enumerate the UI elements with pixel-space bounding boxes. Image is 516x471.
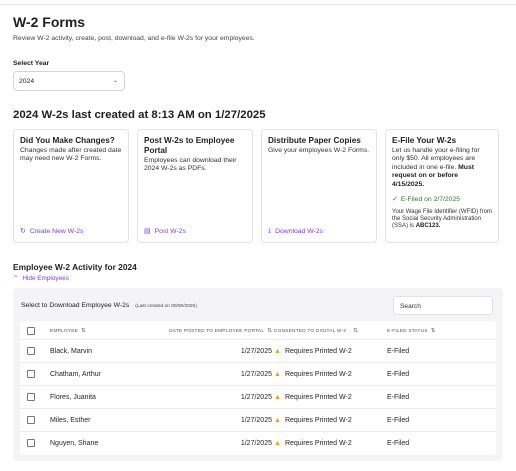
post-card-text: Employees can download their 2024 W-2s a… — [144, 157, 237, 173]
page-title: W-2 Forms — [13, 14, 86, 30]
create-new-w2s-label: Create New W-2s — [29, 227, 84, 235]
consent-status: ▲ Requires Printed W-2 — [274, 394, 352, 401]
warning-icon: ▲ — [274, 371, 281, 378]
employee-name: Black, Marvin — [50, 348, 93, 355]
employee-table: EMPLOYEE ⇅ DATE POSTED TO EMPLOYEE PORTAL… — [20, 321, 496, 455]
panel-header: Select to Download Employee W-2s (Last c… — [21, 302, 197, 309]
select-all-checkbox[interactable] — [27, 327, 35, 335]
efile-card-title: E-File Your W-2s — [392, 136, 457, 145]
employee-activity-panel: Select to Download Employee W-2s (Last c… — [13, 288, 503, 461]
top-divider — [0, 4, 516, 5]
efile-status-label: E-Filed on 2/7/2025 — [400, 195, 461, 203]
sort-icon: ⇅ — [353, 328, 359, 334]
activity-title: Employee W-2 Activity for 2024 — [13, 262, 137, 272]
paper-card-text: Give your employees W-2 Forms. — [268, 147, 370, 154]
create-new-w2s-link[interactable]: ↻ Create New W-2s — [20, 227, 84, 236]
column-header-employee-label: EMPLOYEE — [50, 329, 78, 334]
column-header-employee[interactable]: EMPLOYEE ⇅ — [50, 328, 86, 334]
warning-icon: ▲ — [274, 417, 281, 424]
table-header-row: EMPLOYEE ⇅ DATE POSTED TO EMPLOYEE PORTAL… — [20, 321, 496, 340]
date-posted: 1/27/2025 — [240, 348, 272, 355]
paper-card-title: Distribute Paper Copies — [268, 136, 361, 145]
sort-icon: ⇅ — [81, 328, 86, 334]
post-w2s-link[interactable]: ▤ Post W-2s — [144, 227, 186, 236]
consent-label: Requires Printed W-2 — [284, 371, 352, 378]
wfid-text-main: Your Wage File Identifier (WFID) from th… — [392, 209, 492, 230]
row-checkbox[interactable] — [27, 393, 35, 401]
document-icon: ▤ — [144, 228, 151, 235]
efile-card-text: Let us handle your e-filing for only $50… — [392, 147, 492, 189]
changes-card: Did You Make Changes? Changes made after… — [13, 129, 129, 243]
table-row: Nguyen, Shane 1/27/2025 ▲ Requires Printe… — [20, 432, 496, 455]
chevron-down-icon: ⌄ — [112, 78, 118, 84]
search-input[interactable]: Search — [393, 296, 493, 315]
consent-status: ▲ Requires Printed W-2 — [274, 417, 352, 424]
sort-icon: ⇅ — [267, 328, 272, 334]
download-w2s-link[interactable]: ⤓ Download W-2s — [268, 227, 323, 235]
row-checkbox[interactable] — [27, 370, 35, 378]
post-w2s-label: Post W-2s — [154, 227, 186, 235]
date-posted: 1/27/2025 — [240, 417, 272, 424]
employee-name: Flores, Juanita — [50, 394, 96, 401]
summary-heading: 2024 W-2s last created at 8:13 AM on 1/2… — [13, 109, 266, 121]
table-row: Miles, Esther 1/27/2025 ▲ Requires Printe… — [20, 409, 496, 432]
paper-card: Distribute Paper Copies Give your employ… — [261, 129, 377, 243]
sort-icon: ⇅ — [430, 328, 436, 334]
employee-name: Nguyen, Shane — [50, 440, 99, 447]
efile-status: ✓ E-Filed on 2/7/2025 — [392, 195, 492, 204]
post-card-title: Post W-2s to Employee Portal — [144, 136, 235, 155]
year-select-value: 2024 — [19, 78, 35, 85]
column-header-date-posted-label: DATE POSTED TO EMPLOYEE PORTAL — [169, 329, 265, 334]
date-posted: 1/27/2025 — [240, 440, 272, 447]
date-posted: 1/27/2025 — [240, 394, 272, 401]
refresh-icon: ↻ — [20, 228, 26, 235]
check-icon: ✓ — [392, 196, 398, 204]
consent-status: ▲ Requires Printed W-2 — [274, 440, 352, 447]
panel-note: (Last created on 00/00/2025) — [135, 304, 197, 309]
employee-name: Miles, Esther — [50, 417, 91, 424]
wfid-value: ABC123. — [415, 223, 441, 230]
column-header-efiled-status[interactable]: E-FILED STATUS ⇅ — [387, 328, 436, 334]
warning-icon: ▲ — [274, 348, 281, 355]
consent-label: Requires Printed W-2 — [284, 394, 352, 401]
panel-title: Select to Download Employee W-2s — [21, 302, 130, 309]
consent-label: Requires Printed W-2 — [284, 440, 352, 447]
warning-icon: ▲ — [274, 394, 281, 401]
row-checkbox[interactable] — [27, 347, 35, 355]
page-subtitle: Review W-2 activity, create, post, downl… — [13, 35, 255, 42]
efiled-status: E-Filed — [387, 394, 410, 401]
changes-card-text: Changes made after created date may need… — [20, 147, 122, 163]
efiled-status: E-Filed — [387, 440, 410, 447]
download-icon: ⤓ — [268, 227, 272, 234]
column-header-consented-label: CONSENTED TO DIGITAL W-2 — [274, 328, 347, 334]
consent-status: ▲ Requires Printed W-2 — [274, 348, 352, 355]
table-row: Flores, Juanita 1/27/2025 ▲ Requires Prin… — [20, 386, 496, 409]
efile-card: E-File Your W-2s Let us handle your e-fi… — [385, 129, 499, 243]
column-header-consented[interactable]: CONSENTED TO DIGITAL W-2 ⇅ — [274, 328, 358, 334]
row-checkbox[interactable] — [27, 416, 35, 424]
warning-icon: ▲ — [274, 440, 281, 447]
table-row: Chatham, Arthur 1/27/2025 ▲ Requires Prin… — [20, 363, 496, 386]
hide-employees-link[interactable]: ⌃ Hide Employees — [13, 274, 69, 283]
row-checkbox[interactable] — [27, 439, 35, 447]
year-select-label: Select Year — [13, 60, 50, 67]
changes-card-title: Did You Make Changes? — [20, 136, 115, 145]
year-select[interactable]: 2024 ⌄ — [13, 71, 125, 91]
chevron-up-icon: ⌃ — [13, 275, 19, 282]
consent-status: ▲ Requires Printed W-2 — [274, 371, 352, 378]
efiled-status: E-Filed — [387, 417, 410, 424]
consent-label: Requires Printed W-2 — [284, 417, 352, 424]
download-w2s-label: Download W-2s — [275, 227, 323, 235]
post-card: Post W-2s to Employee Portal Employees c… — [137, 129, 253, 243]
wfid-text: Your Wage File Identifier (WFID) from th… — [392, 209, 492, 231]
employee-name: Chatham, Arthur — [50, 371, 101, 378]
efiled-status: E-Filed — [387, 371, 410, 378]
efiled-status: E-Filed — [387, 348, 410, 355]
date-posted: 1/27/2025 — [240, 371, 272, 378]
table-row: Black, Marvin 1/27/2025 ▲ Requires Printe… — [20, 340, 496, 363]
hide-employees-label: Hide Employees — [22, 274, 69, 282]
column-header-date-posted[interactable]: DATE POSTED TO EMPLOYEE PORTAL ⇅ — [169, 328, 272, 334]
column-header-efiled-status-label: E-FILED STATUS — [387, 329, 428, 334]
consent-label: Requires Printed W-2 — [284, 348, 352, 355]
